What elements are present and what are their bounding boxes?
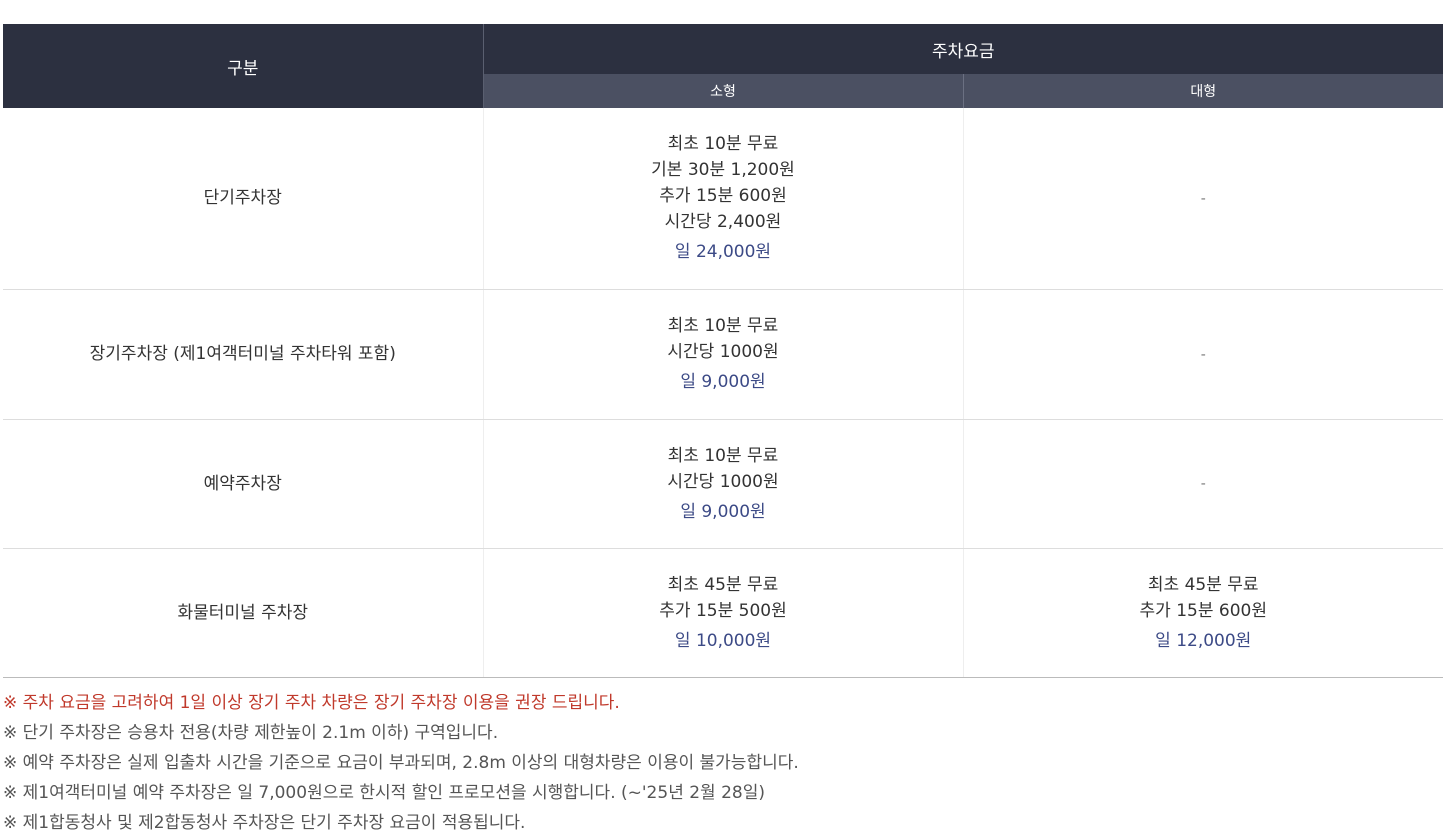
header-large-vehicle: 대형 xyxy=(963,74,1443,108)
fee-line: 추가 15분 600원 xyxy=(659,186,787,207)
table-header: 구분 주차요금 소형 대형 xyxy=(3,24,1443,108)
not-applicable-dash: - xyxy=(1200,476,1206,492)
small-fee-cell: 최초 10분 무료 시간당 1000원 일 9,000원 xyxy=(483,419,964,549)
notice-item: ※ 예약 주차장은 실제 입출차 시간을 기준으로 요금이 부과되며, 2.8m… xyxy=(3,753,799,773)
row-category: 단기주차장 xyxy=(3,108,484,290)
not-applicable-dash: - xyxy=(1200,190,1206,207)
parking-fee-table-container: 구분 주차요금 소형 대형 단기주차장 최초 10분 무료 기본 30분 1,2… xyxy=(3,24,1443,678)
fee-line: 추가 15분 600원 xyxy=(1139,600,1267,621)
fee-line: 최초 45분 무료 xyxy=(667,574,779,595)
header-category: 구분 xyxy=(3,24,484,108)
daily-max-fee: 일 24,000원 xyxy=(674,242,772,263)
fee-line: 최초 10분 무료 xyxy=(667,134,779,155)
fee-line: 최초 10분 무료 xyxy=(667,445,779,466)
large-fee-cell: - xyxy=(963,419,1443,549)
daily-max-fee: 일 12,000원 xyxy=(1155,630,1252,651)
small-fee-cell: 최초 45분 무료 추가 15분 500원 일 10,000원 xyxy=(483,548,964,678)
table-row: 단기주차장 최초 10분 무료 기본 30분 1,200원 추가 15분 600… xyxy=(3,108,1443,290)
header-small-vehicle: 소형 xyxy=(483,74,964,108)
row-category: 장기주차장 (제1여객터미널 주차타워 포함) xyxy=(3,289,484,420)
large-fee-cell: - xyxy=(963,289,1443,420)
fee-line: 시간당 1000원 xyxy=(667,471,779,492)
large-fee-cell: - xyxy=(963,108,1443,290)
fee-line: 최초 45분 무료 xyxy=(1147,574,1259,595)
notice-item: ※ 제1합동청사 및 제2합동청사 주차장은 단기 주차장 요금이 적용됩니다. xyxy=(3,813,526,833)
daily-max-fee: 일 10,000원 xyxy=(674,630,772,651)
fee-line: 시간당 1000원 xyxy=(667,342,779,362)
daily-max-fee: 일 9,000원 xyxy=(680,501,766,522)
table-row: 장기주차장 (제1여객터미널 주차타워 포함) 최초 10분 무료 시간당 10… xyxy=(3,289,1443,420)
row-category: 화물터미널 주차장 xyxy=(3,548,484,678)
notice-item-highlight: ※ 주차 요금을 고려하여 1일 이상 장기 주차 차량은 장기 주차장 이용을… xyxy=(3,693,620,713)
fee-line: 시간당 2,400원 xyxy=(664,212,782,233)
notice-list: ※ 주차 요금을 고려하여 1일 이상 장기 주차 차량은 장기 주차장 이용을… xyxy=(3,688,1403,838)
fee-line: 기본 30분 1,200원 xyxy=(651,160,795,181)
table-body: 단기주차장 최초 10분 무료 기본 30분 1,200원 추가 15분 600… xyxy=(3,108,1443,678)
large-fee-cell: 최초 45분 무료 추가 15분 600원 일 12,000원 xyxy=(963,548,1443,678)
small-fee-cell: 최초 10분 무료 시간당 1000원 일 9,000원 xyxy=(483,289,964,420)
header-parking-fee: 주차요금 xyxy=(483,24,1443,74)
table-row: 예약주차장 최초 10분 무료 시간당 1000원 일 9,000원 - xyxy=(3,419,1443,549)
table-row: 화물터미널 주차장 최초 45분 무료 추가 15분 500원 일 10,000… xyxy=(3,548,1443,678)
parking-fee-table: 구분 주차요금 소형 대형 단기주차장 최초 10분 무료 기본 30분 1,2… xyxy=(3,24,1443,678)
fee-line: 추가 15분 500원 xyxy=(659,600,787,621)
notice-item: ※ 제1여객터미널 예약 주차장은 일 7,000원으로 한시적 할인 프로모션… xyxy=(3,783,765,803)
notice-item: ※ 단기 주차장은 승용차 전용(차량 제한높이 2.1m 이하) 구역입니다. xyxy=(3,723,499,743)
not-applicable-dash: - xyxy=(1200,346,1206,363)
daily-max-fee: 일 9,000원 xyxy=(680,372,766,392)
fee-line: 최초 10분 무료 xyxy=(667,316,779,336)
small-fee-cell: 최초 10분 무료 기본 30분 1,200원 추가 15분 600원 시간당 … xyxy=(483,108,964,290)
row-category: 예약주차장 xyxy=(3,419,484,549)
